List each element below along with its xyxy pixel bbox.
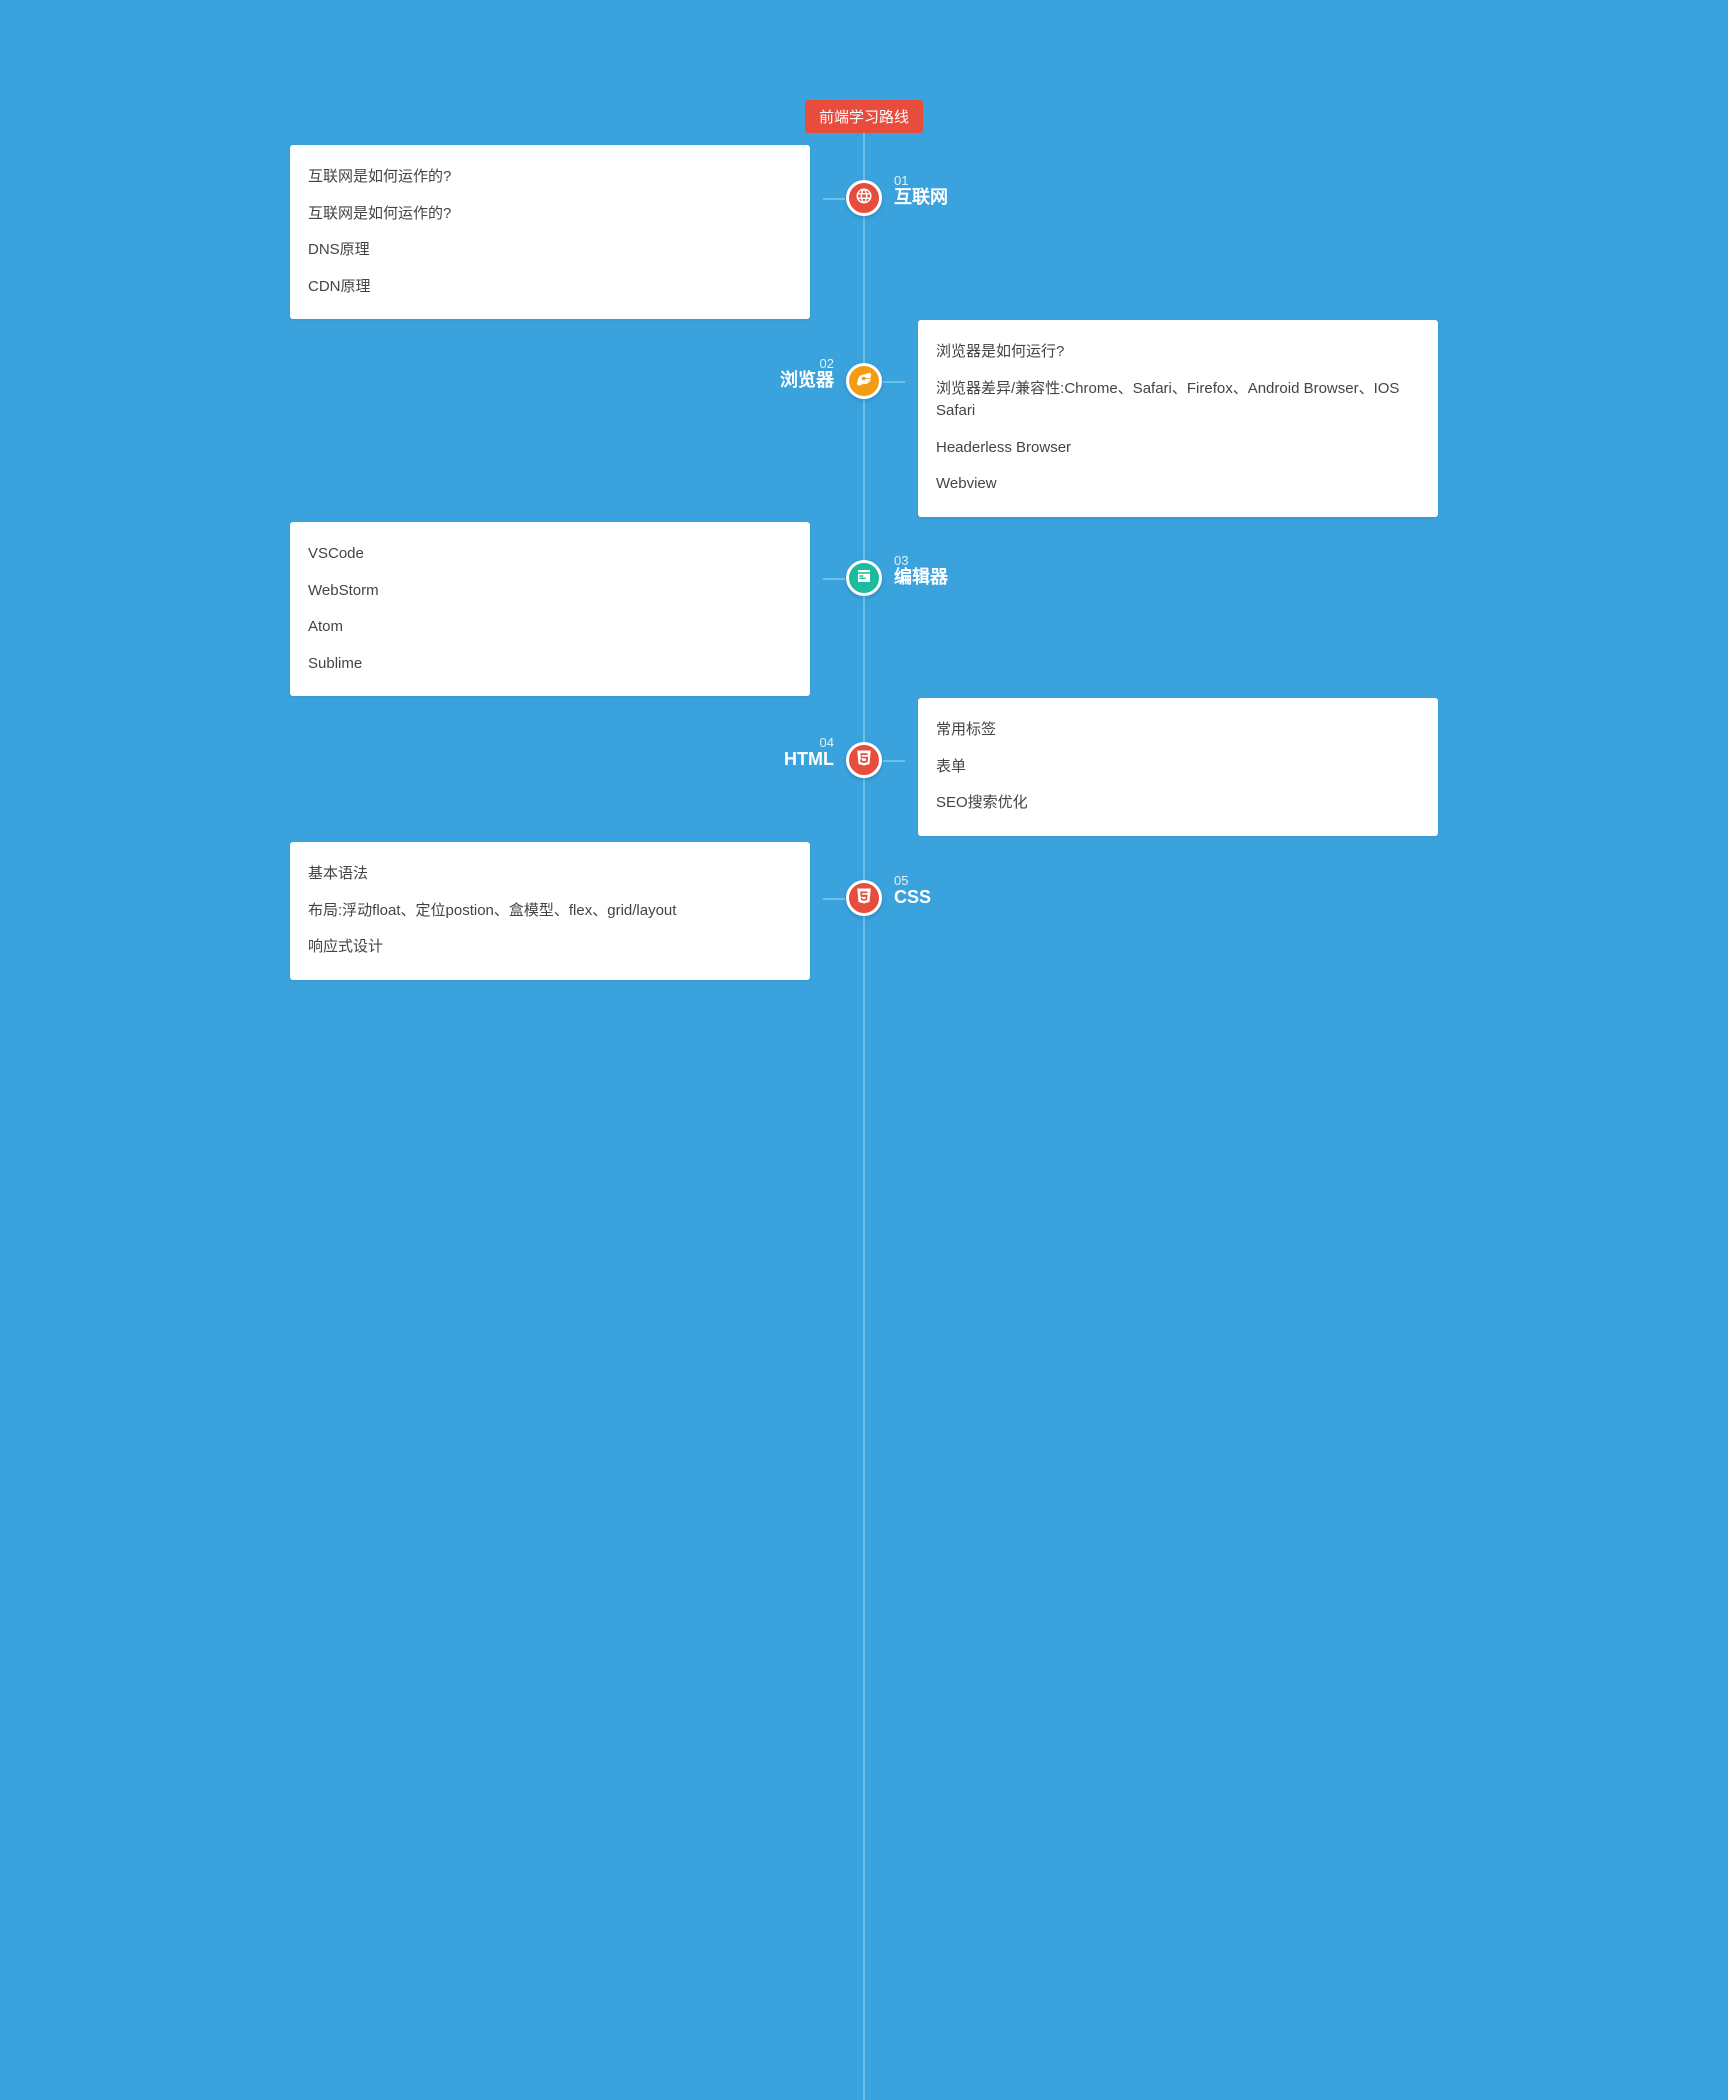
timeline-node-css <box>846 880 882 916</box>
section-title: 编辑器 <box>894 567 948 589</box>
timeline-axis <box>863 100 865 2100</box>
timeline-node-html <box>846 742 882 778</box>
list-item: VSCode <box>308 536 792 573</box>
section-number: 02 <box>780 357 834 370</box>
list-item: SEO搜索优化 <box>936 785 1420 822</box>
list-item: Webview <box>936 466 1420 503</box>
section-title: 互联网 <box>894 187 948 209</box>
list-item: 基本语法 <box>308 856 792 893</box>
connector <box>823 578 845 580</box>
section-label: 05CSS <box>894 874 931 909</box>
section-label: 02浏览器 <box>780 357 834 392</box>
section-card: 常用标签表单SEO搜索优化 <box>918 698 1438 836</box>
list-item: Atom <box>308 609 792 646</box>
list-item: Headerless Browser <box>936 430 1420 467</box>
timeline-node-浏览器 <box>846 363 882 399</box>
list-item: Sublime <box>308 646 792 683</box>
list-item: 响应式设计 <box>308 929 792 966</box>
html5-icon <box>855 749 873 772</box>
list-item: DNS原理 <box>308 232 792 269</box>
list-item: CDN原理 <box>308 269 792 306</box>
connector <box>823 198 845 200</box>
ie-icon <box>855 370 873 393</box>
connector <box>823 898 845 900</box>
section-number: 05 <box>894 874 931 887</box>
list-item: 表单 <box>936 749 1420 786</box>
css3-icon <box>855 887 873 910</box>
timeline-node-编辑器 <box>846 560 882 596</box>
list-item: 浏览器是如何运行? <box>936 334 1420 371</box>
timeline-node-互联网 <box>846 180 882 216</box>
section-card: 基本语法布局:浮动float、定位postion、盒模型、flex、grid/l… <box>290 842 810 980</box>
list-item: 互联网是如何运作的? <box>308 196 792 233</box>
section-number: 01 <box>894 174 948 187</box>
section-title: HTML <box>784 749 834 771</box>
globe-icon <box>855 187 873 210</box>
section-label: 03编辑器 <box>894 554 948 589</box>
section-card: 互联网是如何运作的?互联网是如何运作的?DNS原理CDN原理 <box>290 145 810 319</box>
section-title: 浏览器 <box>780 370 834 392</box>
section-label: 04HTML <box>784 736 834 771</box>
section-number: 04 <box>784 736 834 749</box>
connector <box>883 381 905 383</box>
list-item: 互联网是如何运作的? <box>308 159 792 196</box>
section-title: CSS <box>894 887 931 909</box>
section-label: 01互联网 <box>894 174 948 209</box>
section-card: VSCodeWebStormAtomSublime <box>290 522 810 696</box>
diagram-title: 前端学习路线 <box>805 100 923 133</box>
section-card: 浏览器是如何运行?浏览器差异/兼容性:Chrome、Safari、Firefox… <box>918 320 1438 517</box>
section-number: 03 <box>894 554 948 567</box>
list-item: 常用标签 <box>936 712 1420 749</box>
editor-icon <box>855 567 873 590</box>
list-item: WebStorm <box>308 573 792 610</box>
list-item: 浏览器差异/兼容性:Chrome、Safari、Firefox、Android … <box>936 371 1420 430</box>
connector <box>883 760 905 762</box>
list-item: 布局:浮动float、定位postion、盒模型、flex、grid/layou… <box>308 893 792 930</box>
